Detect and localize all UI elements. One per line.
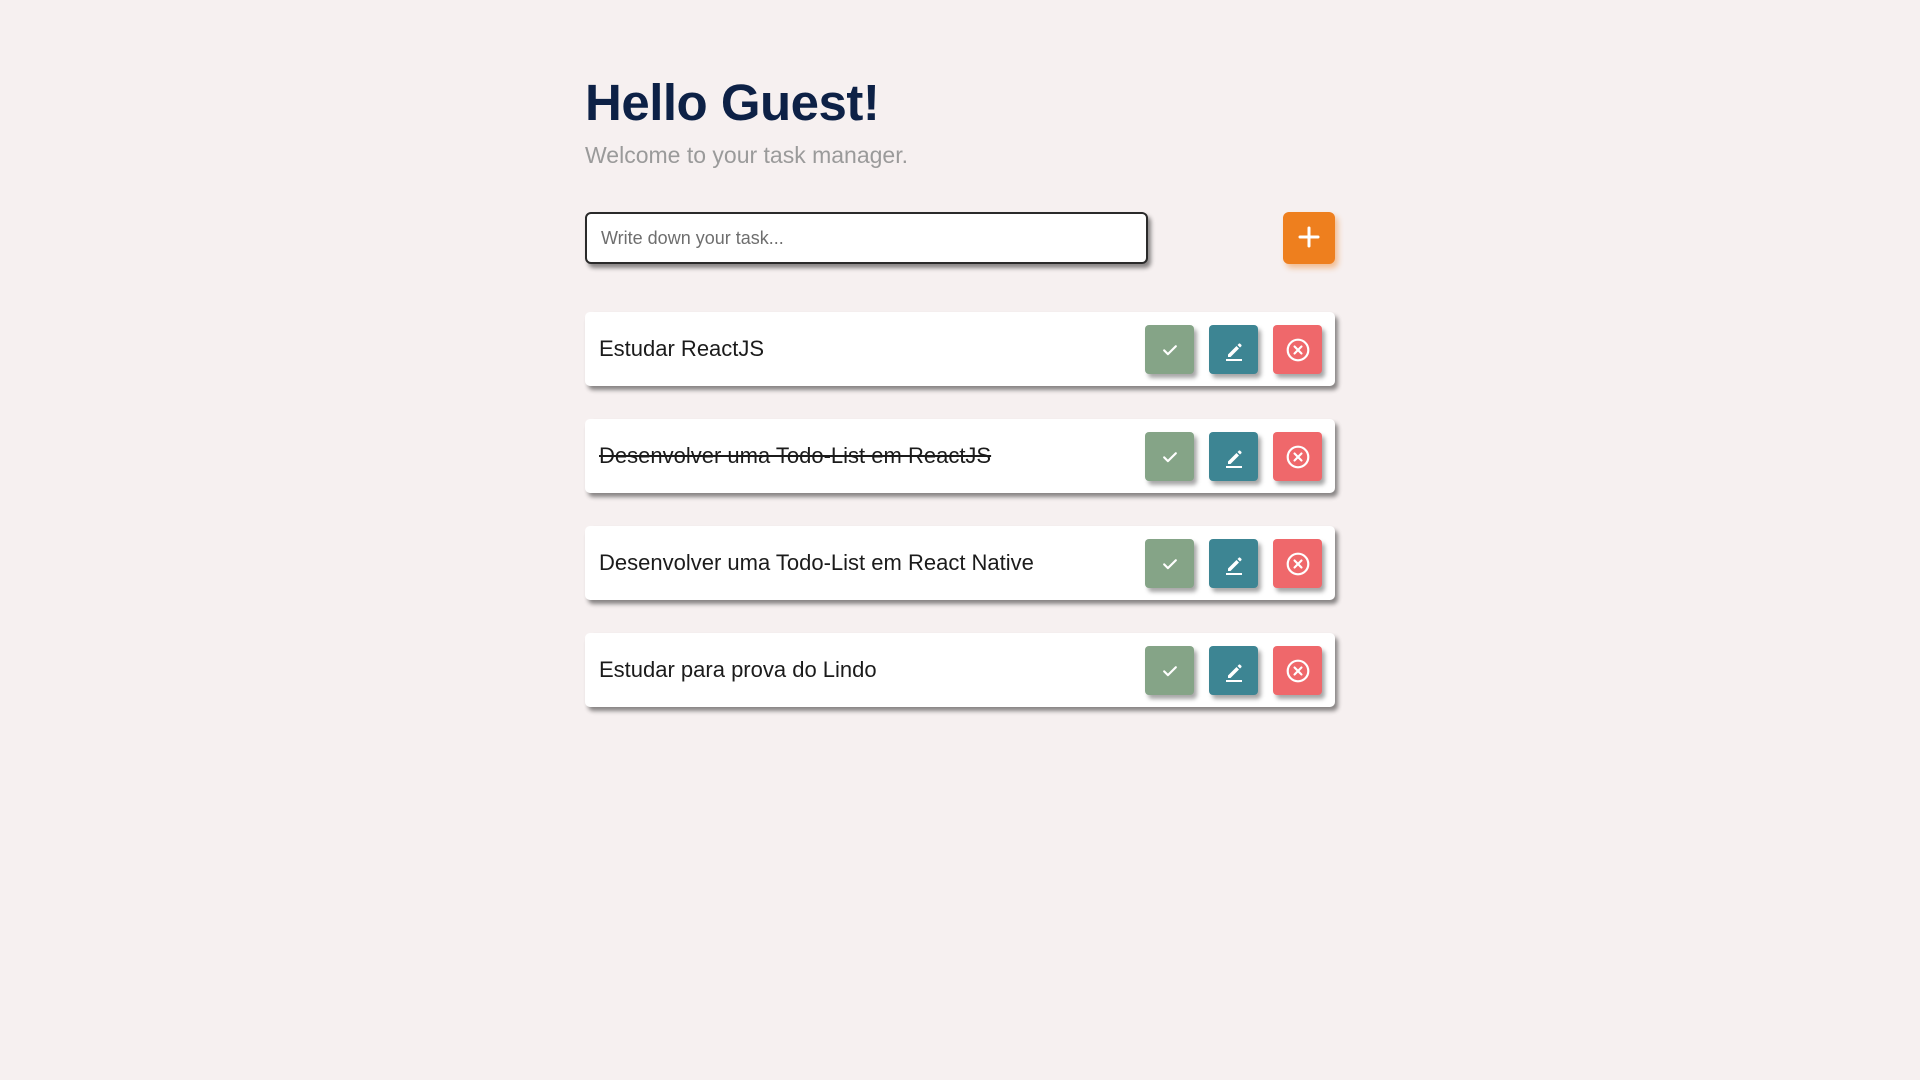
pencil-icon	[1222, 552, 1246, 576]
delete-task-button[interactable]	[1273, 325, 1322, 374]
task-actions	[1145, 325, 1322, 374]
check-icon	[1160, 554, 1180, 574]
delete-task-button[interactable]	[1273, 539, 1322, 588]
close-circle-icon	[1285, 658, 1311, 684]
edit-task-button[interactable]	[1209, 325, 1258, 374]
add-task-button[interactable]	[1283, 212, 1335, 264]
delete-task-button[interactable]	[1273, 646, 1322, 695]
task-text: Estudar para prova do Lindo	[599, 657, 877, 682]
complete-task-button[interactable]	[1145, 646, 1194, 695]
task-text-completed: Desenvolver uma Todo-List em ReactJS	[599, 443, 992, 468]
task-text: Desenvolver uma Todo-List em React Nativ…	[599, 550, 1034, 575]
task-text: Estudar ReactJS	[599, 336, 765, 361]
page-subtitle: Welcome to your task manager.	[585, 142, 908, 168]
new-task-form	[585, 212, 1336, 264]
close-circle-icon	[1285, 551, 1311, 577]
delete-task-button[interactable]	[1273, 432, 1322, 481]
check-icon	[1160, 340, 1180, 360]
page-title: Hello Guest!	[585, 74, 880, 131]
check-icon	[1160, 447, 1180, 467]
task-item: Estudar ReactJS	[585, 312, 1335, 386]
pencil-icon	[1222, 659, 1246, 683]
complete-task-button[interactable]	[1145, 432, 1194, 481]
complete-task-button[interactable]	[1145, 325, 1194, 374]
task-item: Desenvolver uma Todo-List em React Nativ…	[585, 526, 1335, 600]
task-item: Estudar para prova do Lindo	[585, 633, 1335, 707]
close-circle-icon	[1285, 444, 1311, 470]
pencil-icon	[1222, 338, 1246, 362]
pencil-icon	[1222, 445, 1246, 469]
edit-task-button[interactable]	[1209, 432, 1258, 481]
task-list: Estudar ReactJS Desenvolver uma Todo-Lis…	[585, 312, 1336, 707]
task-actions	[1145, 539, 1322, 588]
check-icon	[1160, 661, 1180, 681]
task-item: Desenvolver uma Todo-List em ReactJS	[585, 419, 1335, 493]
complete-task-button[interactable]	[1145, 539, 1194, 588]
app-container: Hello Guest! Welcome to your task manage…	[585, 72, 1336, 740]
task-actions	[1145, 646, 1322, 695]
task-actions	[1145, 432, 1322, 481]
edit-task-button[interactable]	[1209, 646, 1258, 695]
close-circle-icon	[1285, 337, 1311, 363]
plus-icon	[1297, 225, 1321, 252]
edit-task-button[interactable]	[1209, 539, 1258, 588]
task-input[interactable]	[585, 212, 1148, 264]
